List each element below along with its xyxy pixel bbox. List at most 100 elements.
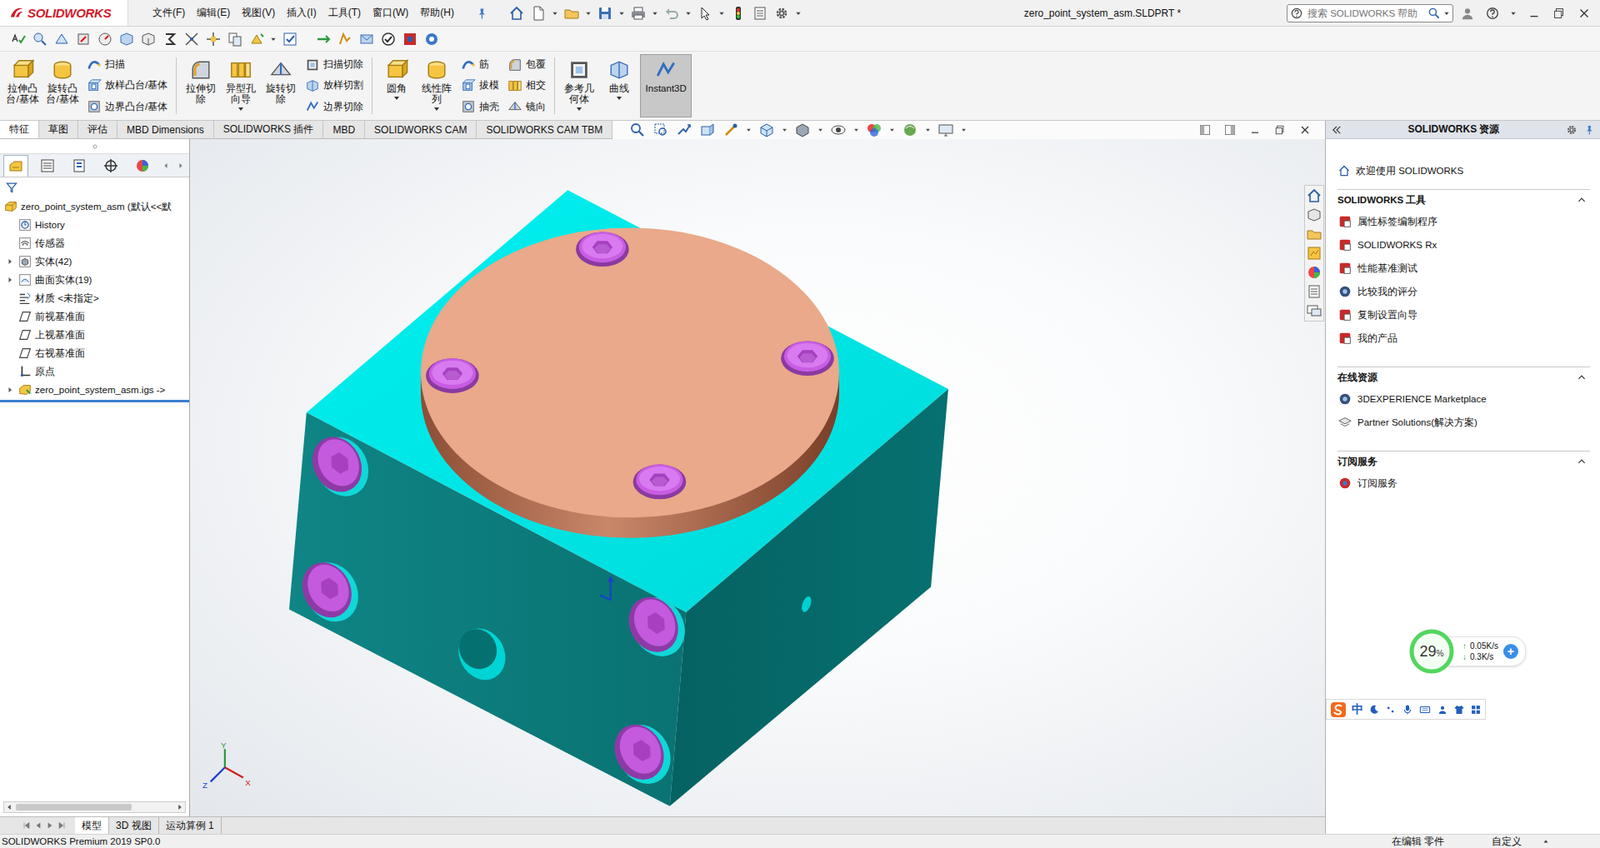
resource-link[interactable]: 订阅服务 [1337,471,1590,495]
dropdown-caret-icon[interactable] [651,8,659,19]
search-input[interactable] [1305,7,1425,20]
solidworks-logo[interactable]: SOLIDWORKS [0,0,129,26]
manager-tab[interactable] [3,155,29,177]
restore-icon[interactable] [1273,123,1287,137]
command-tab[interactable]: SOLIDWORKS CAM [365,120,477,139]
scroll-track[interactable] [14,802,175,813]
view-tool-icon[interactable] [901,121,919,139]
tool-icon[interactable] [183,30,200,48]
tool-icon[interactable] [281,30,299,48]
tree-item[interactable]: 上视基准面 [0,325,190,345]
minimize-icon[interactable] [1526,5,1542,21]
task-pane-tab-icon[interactable] [1305,206,1323,224]
help-search[interactable] [1286,4,1454,23]
tree-item[interactable]: 前视基准面 [0,307,190,326]
dropdown-caret-icon[interactable] [1443,8,1450,19]
user-center-icon[interactable] [1436,704,1449,716]
property-manager-icon[interactable] [39,157,56,175]
command-button[interactable]: 异型孔向导 [221,54,260,118]
user-icon[interactable] [1460,5,1475,21]
dropdown-caret-icon[interactable] [817,125,824,135]
command-button[interactable]: 旋转凸台/基体 [43,54,82,118]
bottom-tab[interactable]: 3D 视图 [109,817,160,835]
command-button[interactable]: 线性阵列 [417,54,456,118]
round-plate[interactable] [420,228,840,539]
scroll-thumb[interactable] [15,804,132,811]
command-button[interactable]: 扫描切除 [305,55,364,75]
dropdown-arrow[interactable] [238,107,244,111]
scroll-right-icon[interactable] [176,160,185,172]
command-button[interactable]: 边界切除 [305,97,364,116]
tab-nav-arrow-icon[interactable] [33,820,44,831]
speed-ring[interactable]: 29% [1406,626,1457,677]
socket-head-screw[interactable] [780,340,835,376]
dropdown-caret-icon[interactable] [781,125,788,135]
view-tool-icon[interactable] [699,121,716,139]
view-tool-icon[interactable] [865,121,883,139]
dropdown-caret-icon[interactable] [889,125,895,135]
tree-item[interactable]: 实体(42) [0,252,190,271]
welcome-link[interactable]: 欢迎使用 SOLIDWORKS [1337,160,1590,181]
tool-icon[interactable] [75,30,92,48]
socket-head-screw[interactable] [303,425,380,506]
menu-item[interactable]: 窗口(W) [366,4,415,22]
dropdown-caret-icon[interactable] [270,34,277,45]
tree-filter[interactable] [0,177,190,198]
filter-icon[interactable] [5,180,19,195]
expand-arrow-icon[interactable] [5,275,15,285]
side-hole[interactable] [450,620,515,690]
socket-head-screw[interactable] [633,465,687,500]
command-button[interactable]: 筋 [460,55,500,75]
units-caret-icon[interactable] [1541,837,1550,846]
command-button[interactable]: Instant3D [640,54,692,118]
command-button[interactable]: 相交 [507,76,546,95]
select-arrow-icon[interactable] [696,5,714,22]
tool-icon[interactable] [53,30,70,48]
dropdown-caret-icon[interactable] [960,125,967,135]
view-tool-icon[interactable] [830,121,847,139]
tool-icon[interactable] [31,30,49,48]
panel-grip[interactable] [0,139,190,155]
input-language[interactable]: 中 [1351,702,1364,718]
resource-link[interactable]: SOLIDWORKS Rx [1337,233,1590,257]
manager-tab[interactable] [130,155,155,177]
resource-link[interactable]: 3DEXPERIENCE Marketplace [1337,387,1590,411]
bottom-tab[interactable]: 运动算例 1 [159,817,222,835]
dropdown-arrow[interactable] [394,96,400,100]
command-button[interactable]: 曲线 [600,54,639,118]
horizontal-scrollbar[interactable] [3,801,186,814]
file-properties-icon[interactable] [751,5,769,22]
socket-head-screw[interactable] [425,358,480,394]
graphics-area[interactable]: XYZ [190,139,1325,817]
dropdown-caret-icon[interactable] [718,8,725,19]
command-tab[interactable]: 评估 [78,120,118,139]
tab-nav-arrow-icon[interactable] [45,820,55,831]
menu-item[interactable]: 工具(T) [322,4,367,22]
tree-item[interactable]: 传感器 [0,234,190,253]
dropdown-caret-icon[interactable] [551,8,559,19]
rebuild-icon[interactable] [730,5,747,22]
command-tab[interactable]: MBD Dimensions [117,120,215,139]
collapse-chevron-icon[interactable] [1576,456,1587,467]
section-header[interactable]: SOLIDWORKS 工具 [1337,190,1590,210]
display-manager-icon[interactable] [134,157,151,175]
command-button[interactable]: 镜向 [507,97,546,116]
tree-item[interactable]: 右视基准面 [0,344,190,363]
task-pane-tab-icon[interactable] [1305,264,1323,281]
dropdown-caret-icon[interactable] [685,8,692,19]
section-header[interactable]: 订阅服务 [1337,451,1590,472]
origin-marker[interactable] [600,575,614,600]
keyboard-icon[interactable] [1418,704,1432,716]
command-button[interactable]: 参考几何体 [560,54,599,118]
dropdown-caret-icon[interactable] [585,8,592,19]
skin-icon[interactable] [1453,704,1465,716]
home-icon[interactable] [508,5,525,22]
tree-item[interactable]: 曲面实体(19) [0,270,190,290]
model-viewport[interactable]: XYZ [190,139,1325,817]
view-tool-icon[interactable] [629,121,646,139]
undo-icon[interactable] [663,5,680,22]
rollback-bar[interactable] [0,400,190,403]
command-button[interactable]: 圆角 [377,54,416,118]
task-pane-tab-icon[interactable] [1305,225,1323,243]
dropdown-caret-icon[interactable] [795,8,802,19]
